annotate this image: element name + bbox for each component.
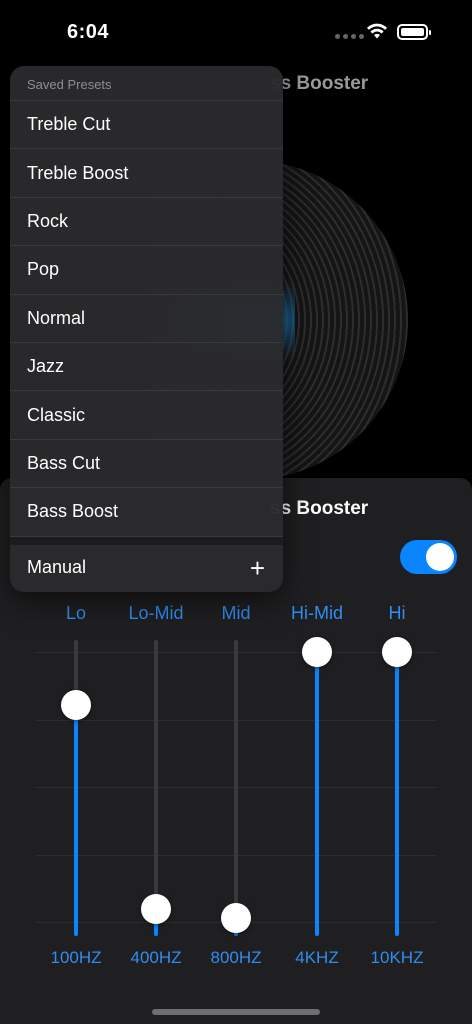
frequency-label: 100HZ bbox=[50, 948, 102, 967]
preset-item[interactable]: Normal bbox=[10, 295, 283, 343]
eq-slider-thumb[interactable] bbox=[61, 690, 91, 721]
preset-item-label: Treble Cut bbox=[27, 114, 111, 135]
battery-icon bbox=[397, 24, 431, 40]
preset-item-label: Bass Cut bbox=[27, 452, 101, 473]
menu-separator bbox=[10, 536, 283, 545]
preset-item-label: Bass Boost bbox=[27, 501, 119, 522]
eq-slider-track[interactable] bbox=[395, 640, 399, 936]
eq-slider-fill bbox=[395, 651, 399, 936]
band-label: Hi-Mid bbox=[291, 603, 343, 623]
frequency-label: 800HZ bbox=[210, 948, 262, 967]
preset-item-label: Jazz bbox=[27, 356, 65, 377]
eq-slider-thumb[interactable] bbox=[302, 636, 332, 667]
eq-slider-thumb[interactable] bbox=[141, 894, 171, 925]
preset-manual-item[interactable]: Manual + bbox=[10, 545, 283, 591]
wifi-icon bbox=[367, 23, 387, 39]
preset-item[interactable]: Treble Boost bbox=[10, 149, 283, 198]
band-label: Hi bbox=[388, 603, 406, 623]
band-label: Lo bbox=[65, 603, 87, 623]
frequency-label: 400HZ bbox=[130, 948, 182, 967]
preset-list: Treble Cut Treble Boost Rock Pop Normal Jazz C… bbox=[10, 101, 283, 537]
preset-item[interactable]: Rock bbox=[10, 198, 283, 247]
status-time: 6:04 bbox=[67, 21, 110, 43]
status-bar: 6:04 bbox=[0, 0, 472, 60]
preset-item[interactable]: Jazz bbox=[10, 343, 283, 392]
preset-item[interactable]: Bass Cut bbox=[10, 440, 283, 489]
eq-slider-thumb[interactable] bbox=[382, 636, 412, 667]
preset-item[interactable]: Treble Cut bbox=[10, 101, 283, 150]
toggle-knob bbox=[426, 543, 454, 571]
eq-slider-fill bbox=[74, 705, 78, 936]
saved-presets-menu: Saved Presets Treble Cut Treble Boost Rock… bbox=[10, 66, 283, 592]
preset-item-label: Normal bbox=[27, 307, 86, 328]
eq-slider-thumb[interactable] bbox=[221, 903, 251, 934]
add-icon[interactable]: + bbox=[250, 555, 265, 581]
preset-item[interactable]: Classic bbox=[10, 391, 283, 440]
frequency-label: 4KHZ bbox=[295, 948, 339, 967]
background-title: ss Booster bbox=[270, 73, 369, 94]
eq-slider-track[interactable] bbox=[315, 640, 319, 936]
preset-item-label: Classic bbox=[27, 404, 86, 425]
preset-item[interactable]: Pop bbox=[10, 246, 283, 295]
cellular-signal-icon bbox=[335, 34, 364, 39]
sheet-title: ss Booster bbox=[270, 498, 369, 519]
preset-item[interactable]: Bass Boost bbox=[10, 488, 283, 537]
frequency-label: 10KHZ bbox=[370, 948, 424, 967]
presets-header: Saved Presets bbox=[10, 66, 283, 101]
preset-item-label: Pop bbox=[27, 259, 60, 280]
bass-booster-toggle[interactable] bbox=[400, 540, 457, 574]
eq-slider-track[interactable] bbox=[74, 640, 78, 936]
home-indicator bbox=[152, 1009, 320, 1015]
eq-slider-fill bbox=[315, 651, 319, 936]
eq-slider-track[interactable] bbox=[234, 640, 238, 936]
band-label: Mid bbox=[221, 603, 251, 623]
preset-item-label: Treble Boost bbox=[27, 162, 129, 183]
eq-slider-track[interactable] bbox=[154, 640, 158, 936]
band-label: Lo-Mid bbox=[128, 603, 184, 623]
preset-item-label: Rock bbox=[27, 210, 69, 231]
preset-manual-label: Manual bbox=[27, 557, 87, 578]
